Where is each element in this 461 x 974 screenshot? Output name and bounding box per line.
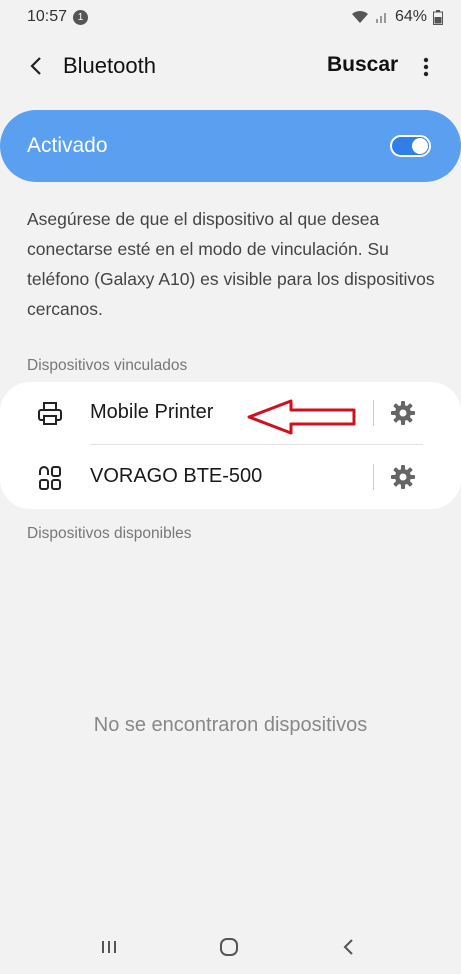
divider [373, 400, 374, 426]
chevron-left-icon [30, 57, 41, 75]
battery-icon [433, 9, 443, 25]
paired-section-label: Dispositivos vinculados [27, 357, 188, 374]
row-divider [90, 444, 423, 445]
bluetooth-toggle-card[interactable]: Activado [0, 110, 461, 182]
recent-apps-icon [102, 941, 116, 953]
recent-apps-button[interactable] [96, 934, 122, 960]
available-section-label: Dispositivos disponibles [27, 525, 192, 542]
device-name: VORAGO BTE-500 [90, 465, 263, 487]
notification-badge: 1 [73, 9, 89, 25]
toggle-label: Activado [27, 134, 108, 157]
home-button[interactable] [216, 934, 242, 960]
device-name: Mobile Printer [90, 401, 214, 423]
empty-state-text: No se encontraron dispositivos [93, 714, 368, 736]
annotation-arrow-icon [247, 399, 356, 435]
more-options-button[interactable] [412, 52, 440, 82]
chevron-left-icon [343, 939, 353, 955]
page-title: Bluetooth [63, 53, 156, 78]
paired-devices-card: Mobile Printer VORAGO BTE-500 [0, 382, 461, 509]
visibility-info: Asegúrese de que el dispositivo al que d… [27, 209, 435, 319]
status-bar: 10:57 1 64% [0, 0, 461, 34]
signal-icon [375, 13, 386, 23]
status-right: 64% [351, 8, 443, 26]
app-header: Bluetooth Buscar [0, 40, 461, 94]
paired-device-row[interactable]: VORAGO BTE-500 [0, 446, 461, 508]
gear-icon[interactable] [390, 464, 416, 490]
printer-icon [38, 402, 62, 425]
scan-button[interactable]: Buscar [327, 53, 398, 77]
device-grid-icon [39, 466, 61, 490]
status-left: 10:57 1 [27, 8, 89, 26]
wifi-icon [351, 10, 368, 23]
bluetooth-switch[interactable] [390, 135, 431, 157]
switch-knob [412, 138, 428, 154]
divider [373, 464, 374, 490]
more-vertical-icon [423, 57, 429, 77]
nav-back-button[interactable] [336, 934, 362, 960]
back-button[interactable] [22, 52, 50, 80]
paired-device-row[interactable]: Mobile Printer [0, 382, 461, 445]
home-icon [220, 938, 238, 956]
status-time: 10:57 [27, 8, 68, 25]
navigation-bar [0, 920, 461, 974]
gear-icon[interactable] [390, 400, 416, 426]
battery-percent: 64% [394, 8, 427, 25]
